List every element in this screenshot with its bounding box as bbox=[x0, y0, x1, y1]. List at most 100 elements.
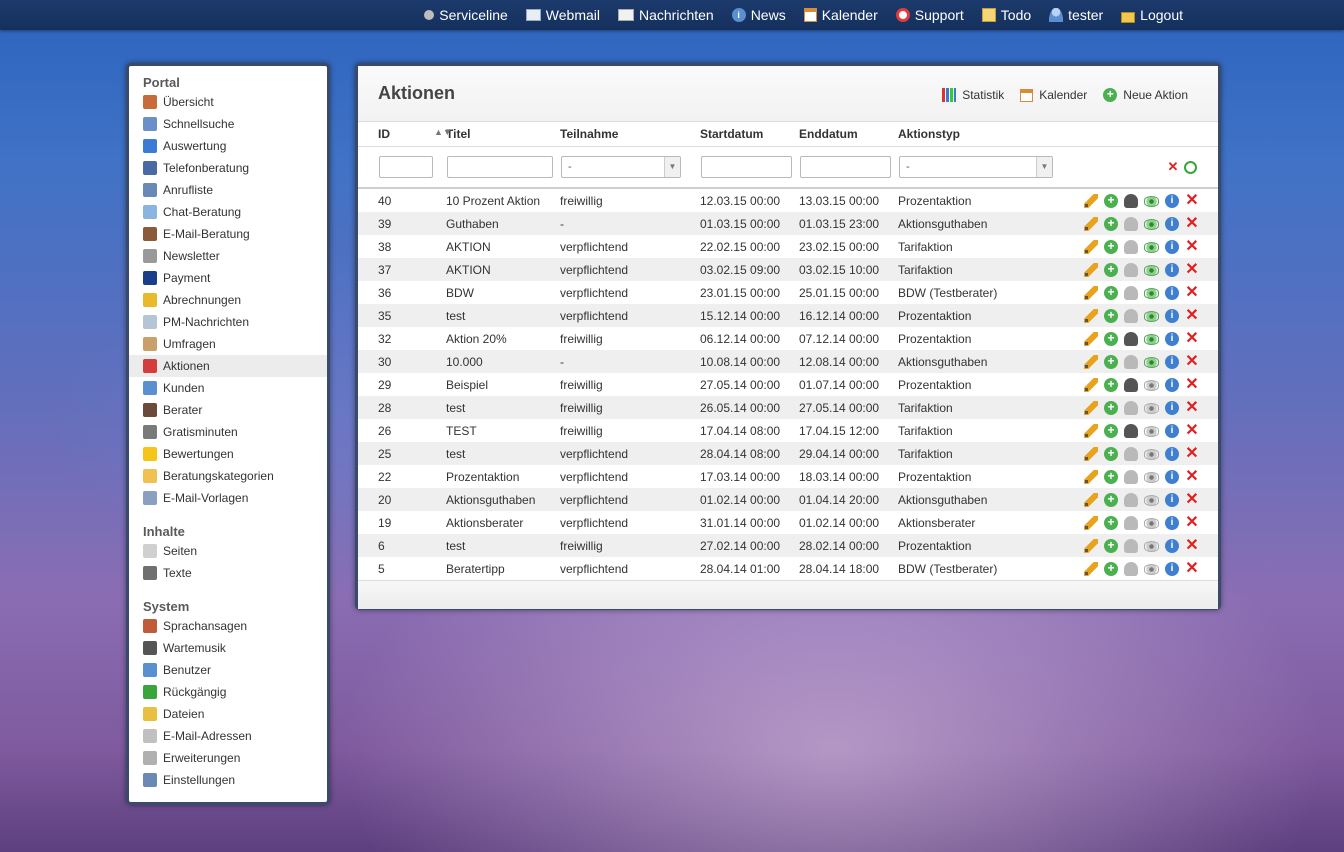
add-icon[interactable]: + bbox=[1104, 423, 1118, 438]
add-icon[interactable]: + bbox=[1104, 308, 1118, 323]
clear-filter-icon[interactable]: ✕ bbox=[1166, 160, 1180, 174]
edit-icon[interactable] bbox=[1084, 239, 1098, 254]
info-icon[interactable]: i bbox=[1165, 354, 1179, 369]
topnav-todo[interactable]: Todo bbox=[981, 7, 1031, 23]
view-icon[interactable] bbox=[1144, 426, 1159, 437]
delete-icon[interactable]: ✕ bbox=[1185, 192, 1199, 208]
topnav-logout[interactable]: Logout bbox=[1121, 7, 1183, 23]
table-row[interactable]: 37 AKTION verpflichtend 03.02.15 09:00 03.02… bbox=[358, 258, 1218, 281]
table-row[interactable]: 32 Aktion 20% freiwillig 06.12.14 00:00 07.1… bbox=[358, 327, 1218, 350]
edit-icon[interactable] bbox=[1084, 193, 1098, 208]
edit-icon[interactable] bbox=[1084, 538, 1098, 553]
sidebar-item-auswertung[interactable]: Auswertung bbox=[129, 135, 327, 157]
sort-icon[interactable]: ▲▼ bbox=[434, 127, 452, 137]
topnav-kalender[interactable]: Kalender bbox=[803, 7, 878, 23]
view-icon[interactable] bbox=[1144, 196, 1159, 207]
sidebar-item-sprachansagen[interactable]: Sprachansagen bbox=[129, 615, 327, 637]
info-icon[interactable]: i bbox=[1165, 262, 1179, 277]
delete-icon[interactable]: ✕ bbox=[1185, 537, 1199, 553]
info-icon[interactable]: i bbox=[1165, 193, 1179, 208]
consultant-icon[interactable] bbox=[1124, 216, 1138, 231]
column-header-titel[interactable]: ▲▼ Titel bbox=[434, 122, 560, 147]
statistik-button[interactable]: Statistik bbox=[942, 88, 1004, 102]
info-icon[interactable]: i bbox=[1165, 515, 1179, 530]
add-icon[interactable]: + bbox=[1104, 400, 1118, 415]
edit-icon[interactable] bbox=[1084, 561, 1098, 576]
consultant-icon[interactable] bbox=[1124, 285, 1138, 300]
sidebar-item-newsletter[interactable]: Newsletter bbox=[129, 245, 327, 267]
add-icon[interactable]: + bbox=[1104, 446, 1118, 461]
reload-icon[interactable] bbox=[1184, 160, 1197, 174]
info-icon[interactable]: i bbox=[1165, 331, 1179, 346]
add-icon[interactable]: + bbox=[1104, 354, 1118, 369]
delete-icon[interactable]: ✕ bbox=[1185, 238, 1199, 254]
sidebar-item-beratungskategorien[interactable]: Beratungskategorien bbox=[129, 465, 327, 487]
topnav-webmail[interactable]: Webmail bbox=[525, 7, 600, 23]
view-icon[interactable] bbox=[1144, 265, 1159, 276]
view-icon[interactable] bbox=[1144, 357, 1159, 368]
info-icon[interactable]: i bbox=[1165, 423, 1179, 438]
sidebar-item-pm-nachrichten[interactable]: PM-Nachrichten bbox=[129, 311, 327, 333]
edit-icon[interactable] bbox=[1084, 285, 1098, 300]
filter-id-input[interactable] bbox=[379, 156, 433, 178]
table-row[interactable]: 6 test freiwillig 27.02.14 00:00 28.02.14 00… bbox=[358, 534, 1218, 557]
info-icon[interactable]: i bbox=[1165, 285, 1179, 300]
consultant-icon[interactable] bbox=[1124, 262, 1138, 277]
sidebar-item-e-mail-adressen[interactable]: E-Mail-Adressen bbox=[129, 725, 327, 747]
delete-icon[interactable]: ✕ bbox=[1185, 376, 1199, 392]
edit-icon[interactable] bbox=[1084, 377, 1098, 392]
info-icon[interactable]: i bbox=[1165, 377, 1179, 392]
view-icon[interactable] bbox=[1144, 541, 1159, 552]
delete-icon[interactable]: ✕ bbox=[1185, 445, 1199, 461]
table-row[interactable]: 39 Guthaben -01.03.15 00:00 01.03.15 23:00 A… bbox=[358, 212, 1218, 235]
topnav-tester[interactable]: tester bbox=[1049, 7, 1103, 23]
delete-icon[interactable]: ✕ bbox=[1185, 353, 1199, 369]
view-icon[interactable] bbox=[1144, 219, 1159, 230]
table-row[interactable]: 28 test freiwillig 26.05.14 00:00 27.05.14 0… bbox=[358, 396, 1218, 419]
topnav-serviceline[interactable]: Serviceline bbox=[424, 7, 508, 23]
view-icon[interactable] bbox=[1144, 449, 1159, 460]
edit-icon[interactable] bbox=[1084, 469, 1098, 484]
view-icon[interactable] bbox=[1144, 334, 1159, 345]
add-icon[interactable]: + bbox=[1104, 285, 1118, 300]
view-icon[interactable] bbox=[1144, 564, 1159, 575]
add-icon[interactable]: + bbox=[1104, 262, 1118, 277]
table-row[interactable]: 25 test verpflichtend 28.04.14 08:00 29.04.1… bbox=[358, 442, 1218, 465]
info-icon[interactable]: i bbox=[1165, 400, 1179, 415]
kalender-button[interactable]: Kalender bbox=[1020, 88, 1087, 102]
add-icon[interactable]: + bbox=[1104, 216, 1118, 231]
consultant-icon[interactable] bbox=[1124, 538, 1138, 553]
edit-icon[interactable] bbox=[1084, 492, 1098, 507]
consultant-icon[interactable] bbox=[1124, 492, 1138, 507]
add-icon[interactable]: + bbox=[1104, 492, 1118, 507]
consultant-icon[interactable] bbox=[1124, 515, 1138, 530]
add-icon[interactable]: + bbox=[1104, 377, 1118, 392]
column-header-startdatum[interactable]: Startdatum bbox=[700, 122, 799, 147]
sidebar-item-abrechnungen[interactable]: Abrechnungen bbox=[129, 289, 327, 311]
table-row[interactable]: 35 test verpflichtend 15.12.14 00:00 16.12.1… bbox=[358, 304, 1218, 327]
topnav-nachrichten[interactable]: Nachrichten bbox=[617, 7, 714, 23]
sidebar-item-gratisminuten[interactable]: Gratisminuten bbox=[129, 421, 327, 443]
filter-teilnahme-select[interactable]: - ▼ bbox=[561, 156, 681, 178]
delete-icon[interactable]: ✕ bbox=[1185, 261, 1199, 277]
column-header-enddatum[interactable]: Enddatum bbox=[799, 122, 898, 147]
edit-icon[interactable] bbox=[1084, 446, 1098, 461]
consultant-icon[interactable] bbox=[1124, 469, 1138, 484]
delete-icon[interactable]: ✕ bbox=[1185, 307, 1199, 323]
consultant-icon[interactable] bbox=[1124, 423, 1138, 438]
delete-icon[interactable]: ✕ bbox=[1185, 284, 1199, 300]
table-row[interactable]: 30 10.000-10.08.14 00:00 12.08.14 00:00 Akt… bbox=[358, 350, 1218, 373]
edit-icon[interactable] bbox=[1084, 331, 1098, 346]
filter-titel-input[interactable] bbox=[447, 156, 553, 178]
add-icon[interactable]: + bbox=[1104, 331, 1118, 346]
info-icon[interactable]: i bbox=[1165, 469, 1179, 484]
sidebar-item-anrufliste[interactable]: Anrufliste bbox=[129, 179, 327, 201]
column-header-aktionstyp[interactable]: Aktionstyp bbox=[898, 122, 1084, 147]
view-icon[interactable] bbox=[1144, 518, 1159, 529]
sidebar-item-benutzer[interactable]: Benutzer bbox=[129, 659, 327, 681]
delete-icon[interactable]: ✕ bbox=[1185, 330, 1199, 346]
filter-enddatum-input[interactable] bbox=[800, 156, 891, 178]
sidebar-item-dateien[interactable]: Dateien bbox=[129, 703, 327, 725]
add-icon[interactable]: + bbox=[1104, 469, 1118, 484]
filter-startdatum-input[interactable] bbox=[701, 156, 792, 178]
